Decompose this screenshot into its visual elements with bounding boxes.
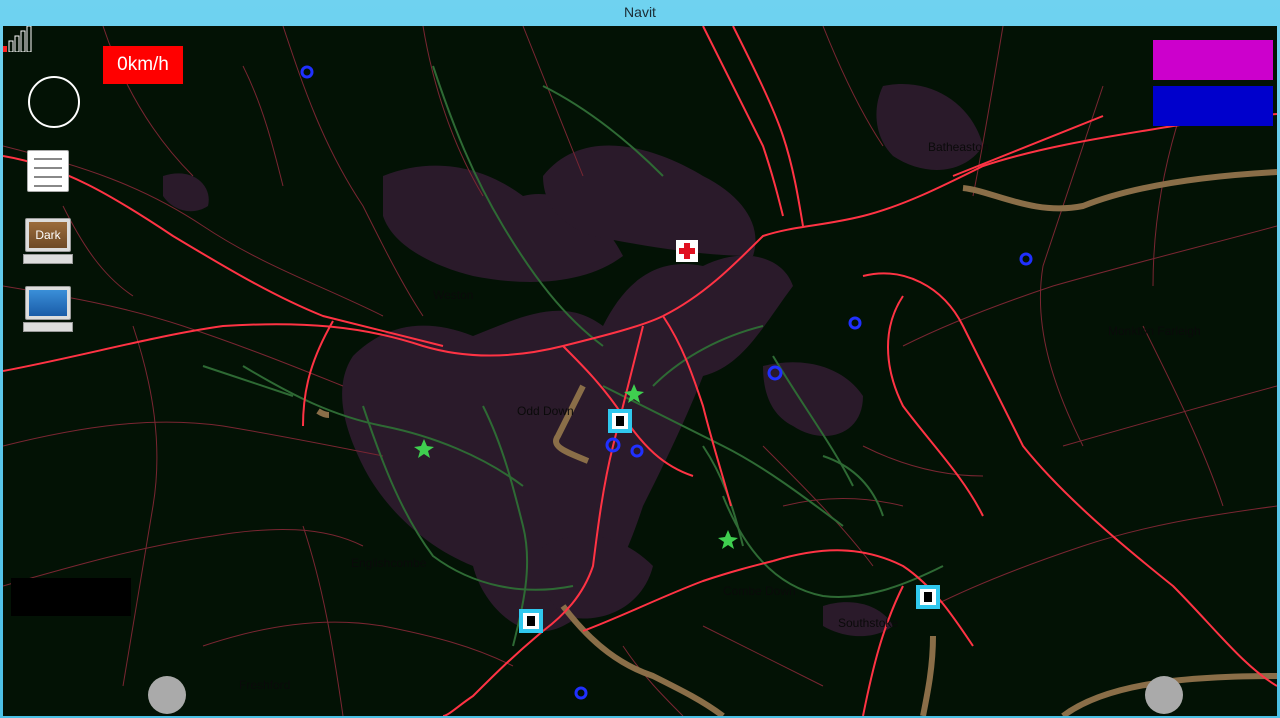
star-icon[interactable] (718, 530, 738, 549)
urban-areas (163, 84, 983, 637)
fuel-icon[interactable] (519, 609, 543, 633)
map-view[interactable]: Batheaston Monkton Farleigh Combe Down E… (3, 26, 1277, 716)
place-label: Odd Down (517, 404, 574, 418)
compass-icon[interactable] (28, 76, 80, 128)
zoom-out-button[interactable] (148, 676, 186, 714)
fuel-icon[interactable] (608, 409, 632, 433)
place-label: Southstoke (838, 616, 899, 630)
fuel-icon[interactable] (916, 585, 940, 609)
place-label: Freshford (239, 678, 291, 692)
signal-icon (3, 26, 32, 52)
place-label: Englishcombe (351, 556, 427, 570)
display-icon[interactable] (23, 284, 73, 332)
nav-info-panel[interactable] (1153, 86, 1273, 126)
place-label: Monkton Farleigh (1108, 324, 1201, 338)
title-bar[interactable]: Navit (0, 0, 1280, 26)
zoom-in-button[interactable] (1145, 676, 1183, 714)
hospital-icon[interactable] (676, 240, 698, 262)
place-label: Weston (433, 288, 474, 302)
map-canvas[interactable] (3, 26, 1277, 716)
status-box (11, 578, 131, 616)
window-title: Navit (624, 4, 656, 20)
dark-mode-button[interactable]: Dark (23, 216, 73, 264)
document-icon[interactable] (27, 150, 69, 192)
route-info-panel[interactable] (1153, 40, 1273, 80)
app-window: Navit Batheaston Monkton Farleigh Combe … (0, 0, 1280, 718)
place-label: Combe Down (723, 584, 796, 598)
speed-display: 0km/h (103, 46, 183, 84)
dark-mode-label: Dark (29, 222, 67, 248)
place-label: Batheaston (928, 140, 989, 154)
